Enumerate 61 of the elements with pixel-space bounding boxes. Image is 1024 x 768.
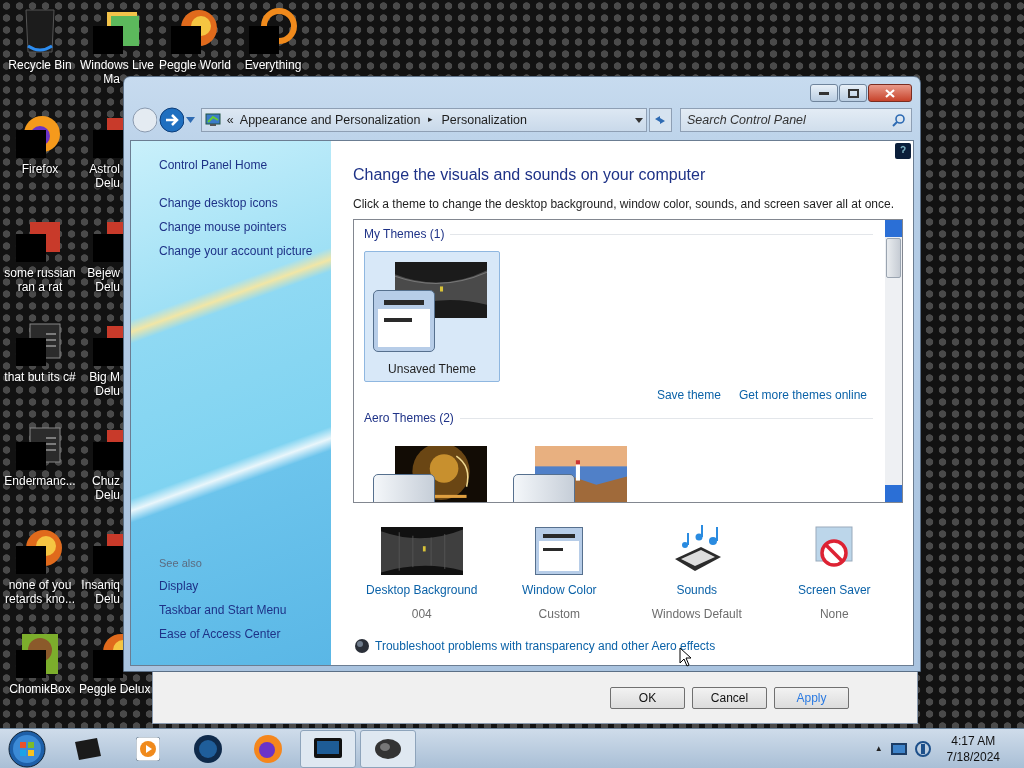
setting-value: Custom [538, 606, 580, 623]
icon-label: none of you [8, 578, 72, 592]
icon-label: Delu [95, 176, 120, 190]
link[interactable]: Get more themes online [738, 386, 867, 404]
icon-label: some russian [4, 266, 76, 280]
icon-label: Bejew [87, 266, 120, 280]
sidebar-link[interactable]: Taskbar and Start Menu [159, 601, 329, 619]
sidebar-link[interactable]: Control Panel Home [159, 156, 329, 174]
page-heading: Change the visuals and sounds on your computer [353, 165, 707, 185]
icon-label: Peggle World [159, 58, 231, 72]
icon-label: Delu [95, 592, 120, 606]
breadcrumb[interactable]: Personalization [441, 110, 527, 130]
show-hidden-icons-button[interactable]: ▲ [874, 742, 883, 755]
section-heading: See also [159, 555, 203, 571]
icon-label: Everything [244, 58, 302, 72]
address-bar[interactable]: « Appearance and Personalization ▸ Personalization [200, 108, 647, 132]
page-description: Click a theme to change the desktop background, window color, sounds, and screen saver all at once. [353, 196, 895, 213]
icon-label: ChomikBox [9, 682, 71, 696]
troubleshoot-link[interactable]: Troubleshoot problems with transparency and other Aero effects [375, 637, 716, 655]
icon-label: Big M [89, 370, 120, 384]
icon-label: Peggle Delux [79, 682, 151, 696]
setting-link[interactable]: Screen Saver [797, 581, 871, 599]
setting-value: 004 [411, 606, 432, 623]
icon-label: retards kno... [5, 592, 75, 606]
group-heading: My Themes (1) [364, 226, 445, 243]
icon-label: Ma [103, 72, 120, 86]
breadcrumb[interactable]: Appearance and Personalization [239, 110, 421, 130]
search-field[interactable]: Search Control Panel [687, 110, 892, 130]
dialog-button[interactable]: Cancel [692, 687, 767, 709]
icon-label: Chuz [92, 474, 120, 488]
link[interactable]: Save theme [656, 386, 721, 404]
sidebar-link[interactable]: Change your account picture [159, 242, 329, 260]
icon-label: Endermanc... [4, 474, 76, 488]
search-box[interactable]: Search Control Panel [680, 108, 912, 132]
setting-value: None [819, 606, 849, 623]
clock-time[interactable]: 4:17 AM [951, 732, 996, 749]
setting-link[interactable]: Window Color [521, 581, 597, 599]
sidebar-link[interactable]: Ease of Access Center [159, 625, 329, 643]
icon-label: Recycle Bin [8, 58, 72, 72]
icon-label: Delu [95, 384, 120, 398]
group-heading: Aero Themes (2) [364, 410, 454, 427]
icon-label: Delu [95, 280, 120, 294]
clock-date[interactable]: 7/18/2024 [946, 748, 1000, 765]
overflow-chevron[interactable]: « [226, 110, 234, 130]
icon-label: ran a rat [17, 280, 63, 294]
setting-link[interactable]: Desktop Background [366, 581, 478, 599]
sidebar-link[interactable]: Change desktop icons [159, 194, 329, 212]
sidebar-link[interactable]: Change mouse pointers [159, 218, 329, 236]
breadcrumb-separator[interactable]: ▸ [428, 113, 434, 127]
icon-label: Delu [95, 488, 120, 502]
icon-label: Windows Live [80, 58, 154, 72]
icon-label: Firefox [21, 162, 59, 176]
icon-label: Insaniq [81, 578, 120, 592]
theme-tile[interactable]: Unsaved Theme [364, 251, 500, 382]
setting-value: Windows Default [651, 606, 742, 623]
icon-label: that but its c# [4, 370, 76, 384]
icon-label: Astrol [89, 162, 120, 176]
theme-name: Unsaved Theme [388, 361, 476, 378]
sidebar-link[interactable]: Display [159, 577, 329, 595]
setting-link[interactable]: Sounds [676, 581, 718, 599]
dialog-button[interactable]: OK [610, 687, 685, 709]
